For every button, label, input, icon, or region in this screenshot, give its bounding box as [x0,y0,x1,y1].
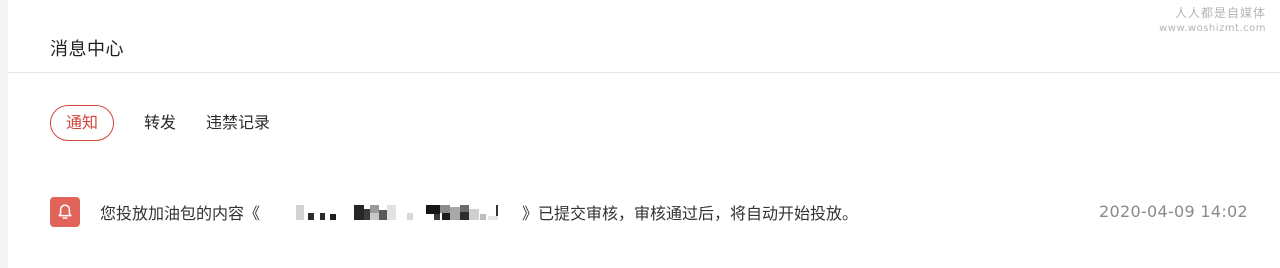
page-header: 消息中心 人人都是自媒体 www.woshizmt.com [8,0,1280,73]
tab-forwards[interactable]: 转发 [144,106,176,140]
message-timestamp: 2020-04-09 14:02 [1099,202,1248,221]
message-text-before: 您投放加油包的内容《 [100,204,261,223]
message-text: 您投放加油包的内容《 》已提交审核，审核通过后，将自动开始投放。 [100,200,858,224]
watermark: 人人都是自媒体 www.woshizmt.com [1159,6,1266,36]
notification-badge [50,197,80,227]
bell-icon [58,204,72,219]
watermark-url: www.woshizmt.com [1159,23,1266,34]
page-title: 消息中心 [50,39,124,60]
message-text-after: 》已提交审核，审核通过后，将自动开始投放。 [522,204,859,223]
list-item[interactable]: 您投放加油包的内容《 》已提交审核，审核通过后，将自动开始投放。 2020-04… [50,196,1248,228]
message-center-panel: 消息中心 人人都是自媒体 www.woshizmt.com 通知 转发 违禁记录… [8,0,1280,268]
redacted-content-title [266,201,516,223]
tab-bar: 通知 转发 违禁记录 [50,105,270,141]
watermark-name: 人人都是自媒体 [1174,6,1266,20]
tab-violation-records[interactable]: 违禁记录 [206,106,270,140]
tab-notifications[interactable]: 通知 [50,105,115,141]
